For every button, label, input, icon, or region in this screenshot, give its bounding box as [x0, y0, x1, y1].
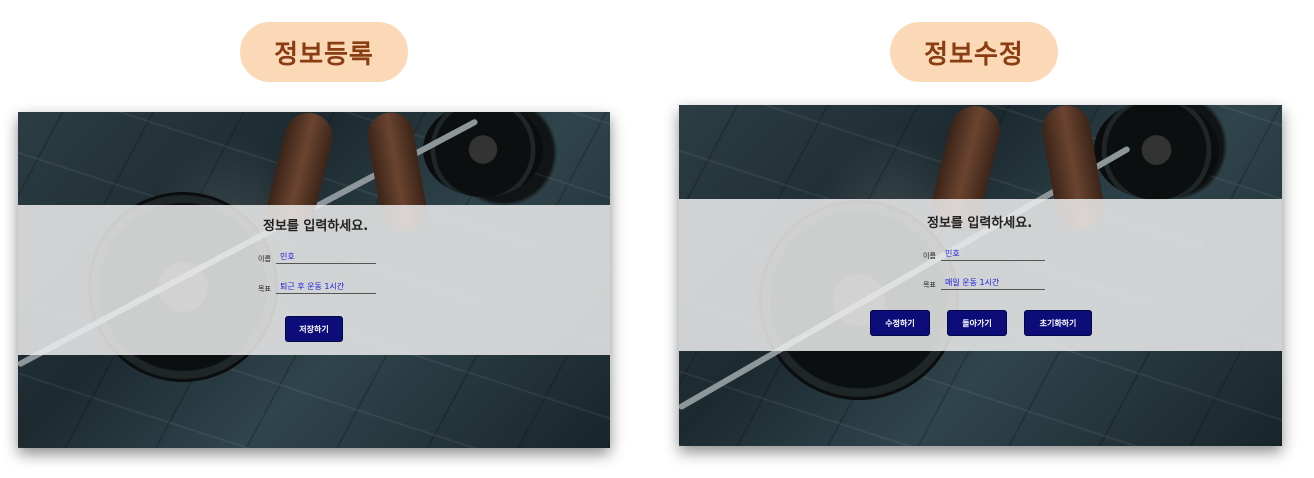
name-label: 이름 [258, 255, 271, 263]
edit-panel: 정보수정 정보를 입력하세요. 이름 민호 목표 매일 운동 1시간 수정하기 … [657, 0, 1314, 478]
reset-button[interactable]: 초기화하기 [1024, 310, 1092, 336]
goal-label: 목표 [258, 285, 271, 293]
edit-screen: 정보를 입력하세요. 이름 민호 목표 매일 운동 1시간 수정하기 돌아가기 … [679, 105, 1282, 446]
name-label: 이름 [923, 252, 936, 260]
goal-input[interactable]: 매일 운동 1시간 [941, 277, 1045, 290]
name-input[interactable]: 민호 [276, 251, 376, 264]
form-prompt: 정보를 입력하세요. [263, 219, 369, 234]
save-button[interactable]: 저장하기 [285, 316, 343, 342]
name-input[interactable]: 민호 [941, 248, 1045, 261]
edit-title: 정보수정 [890, 22, 1058, 82]
register-title: 정보등록 [240, 22, 408, 82]
goal-input[interactable]: 퇴근 후 운동 1시간 [276, 281, 376, 294]
form-prompt: 정보를 입력하세요. [927, 216, 1033, 231]
form-overlay: 정보를 입력하세요. 이름 민호 목표 퇴근 후 운동 1시간 저장하기 [18, 205, 610, 355]
edit-button[interactable]: 수정하기 [870, 310, 930, 336]
register-screen: 정보를 입력하세요. 이름 민호 목표 퇴근 후 운동 1시간 저장하기 [18, 112, 610, 448]
back-button[interactable]: 돌아가기 [947, 310, 1007, 336]
register-panel: 정보등록 정보를 입력하세요. 이름 민호 목표 퇴근 후 운동 1시간 저장하… [0, 0, 657, 478]
form-overlay: 정보를 입력하세요. 이름 민호 목표 매일 운동 1시간 수정하기 돌아가기 … [679, 199, 1282, 351]
goal-label: 목표 [923, 281, 936, 289]
